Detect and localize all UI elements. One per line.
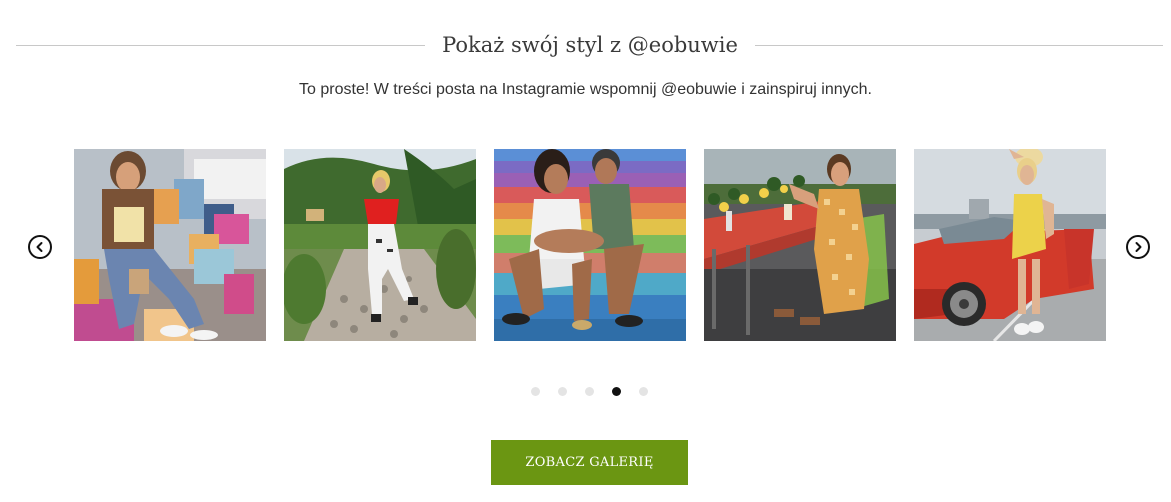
instagram-photo-3[interactable] [494,149,686,341]
heading-divider-right [755,45,1163,46]
pagination-dot-5[interactable] [639,387,648,396]
instagram-photo-5[interactable] [914,149,1106,341]
instagram-photo-4[interactable] [704,149,896,341]
carousel-next-button[interactable] [1126,235,1150,259]
photo-woman-dining-table [704,149,896,341]
section-title: Pokaż swój styl z @eobuwie [442,33,738,57]
pagination-dot-3[interactable] [585,387,594,396]
heading-divider-left [16,45,425,46]
photo-couple-rainbow-stairs [494,149,686,341]
instagram-photo-1[interactable] [74,149,266,341]
section-heading: Pokaż swój styl z @eobuwie [16,28,1163,62]
carousel-pagination [530,387,650,397]
chevron-left-icon [36,242,43,252]
photo-woman-colorful-blocks [74,149,266,341]
pagination-dot-4[interactable] [612,387,621,396]
see-gallery-button[interactable]: ZOBACZ GALERIĘ [491,440,688,485]
chevron-right-icon [1135,242,1142,252]
section-subtitle: To proste! W treści posta na Instagramie… [299,81,872,98]
photo-woman-garden-path [284,149,476,341]
instagram-photo-2[interactable] [284,149,476,341]
photo-woman-red-car [914,149,1106,341]
pagination-dot-1[interactable] [531,387,540,396]
pagination-dot-2[interactable] [558,387,567,396]
carousel-prev-button[interactable] [28,235,52,259]
